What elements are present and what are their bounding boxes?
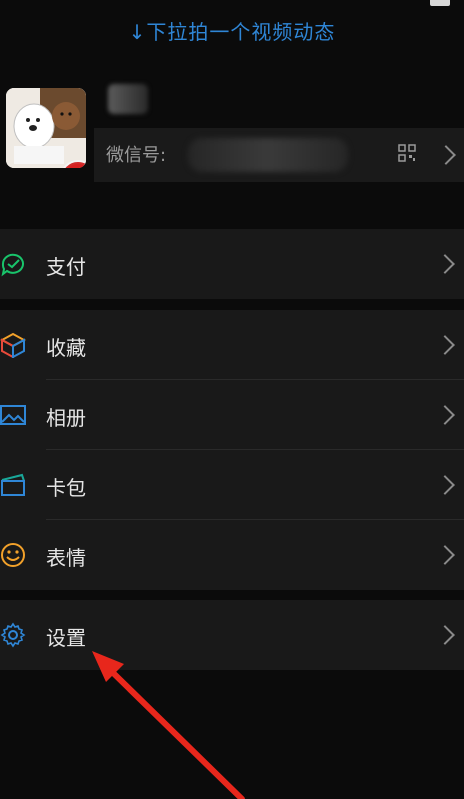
menu-label-favorites: 收藏 <box>46 336 86 360</box>
menu-label-pay: 支付 <box>46 255 86 279</box>
menu-item-cards[interactable]: 卡包 <box>0 450 464 520</box>
wechat-id-row[interactable]: 微信号: <box>94 128 464 182</box>
nickname-redacted <box>108 84 148 114</box>
avatar[interactable] <box>6 88 86 168</box>
chevron-right-icon <box>435 335 455 355</box>
menu-item-stickers[interactable]: 表情 <box>0 520 464 590</box>
favorites-cube-icon <box>0 332 26 358</box>
wechat-id-label: 微信号: <box>106 145 167 166</box>
menu-item-favorites[interactable]: 收藏 <box>0 310 464 380</box>
pay-icon <box>1 253 24 277</box>
wechat-id-redacted <box>188 138 348 172</box>
card-wallet-icon <box>1 473 25 496</box>
chevron-right-icon <box>435 405 455 425</box>
pull-down-hint[interactable]: ↓下拉拍一个视频动态 <box>0 16 464 45</box>
menu-label-album: 相册 <box>46 406 86 430</box>
smiley-icon <box>1 543 25 567</box>
chevron-right-icon <box>435 545 455 565</box>
chevron-right-icon <box>435 625 455 645</box>
menu-item-album[interactable]: 相册 <box>0 380 464 450</box>
status-indicator <box>430 0 450 6</box>
menu-item-pay[interactable]: 支付 <box>0 229 464 299</box>
menu-label-cards: 卡包 <box>46 476 86 500</box>
gear-icon <box>0 622 26 648</box>
menu-label-stickers: 表情 <box>46 546 86 570</box>
menu-item-settings[interactable]: 设置 <box>0 600 464 670</box>
profile-section[interactable]: 微信号: <box>0 62 464 220</box>
qr-code-icon[interactable] <box>398 144 416 162</box>
menu-label-settings: 设置 <box>46 626 86 650</box>
top-bar: ↓下拉拍一个视频动态 <box>0 0 464 62</box>
chevron-right-icon <box>435 254 455 274</box>
flag-badge-icon <box>60 160 86 168</box>
chevron-right-icon <box>436 145 456 165</box>
chevron-right-icon <box>435 475 455 495</box>
album-icon <box>0 405 26 425</box>
avatar-image <box>6 88 86 168</box>
